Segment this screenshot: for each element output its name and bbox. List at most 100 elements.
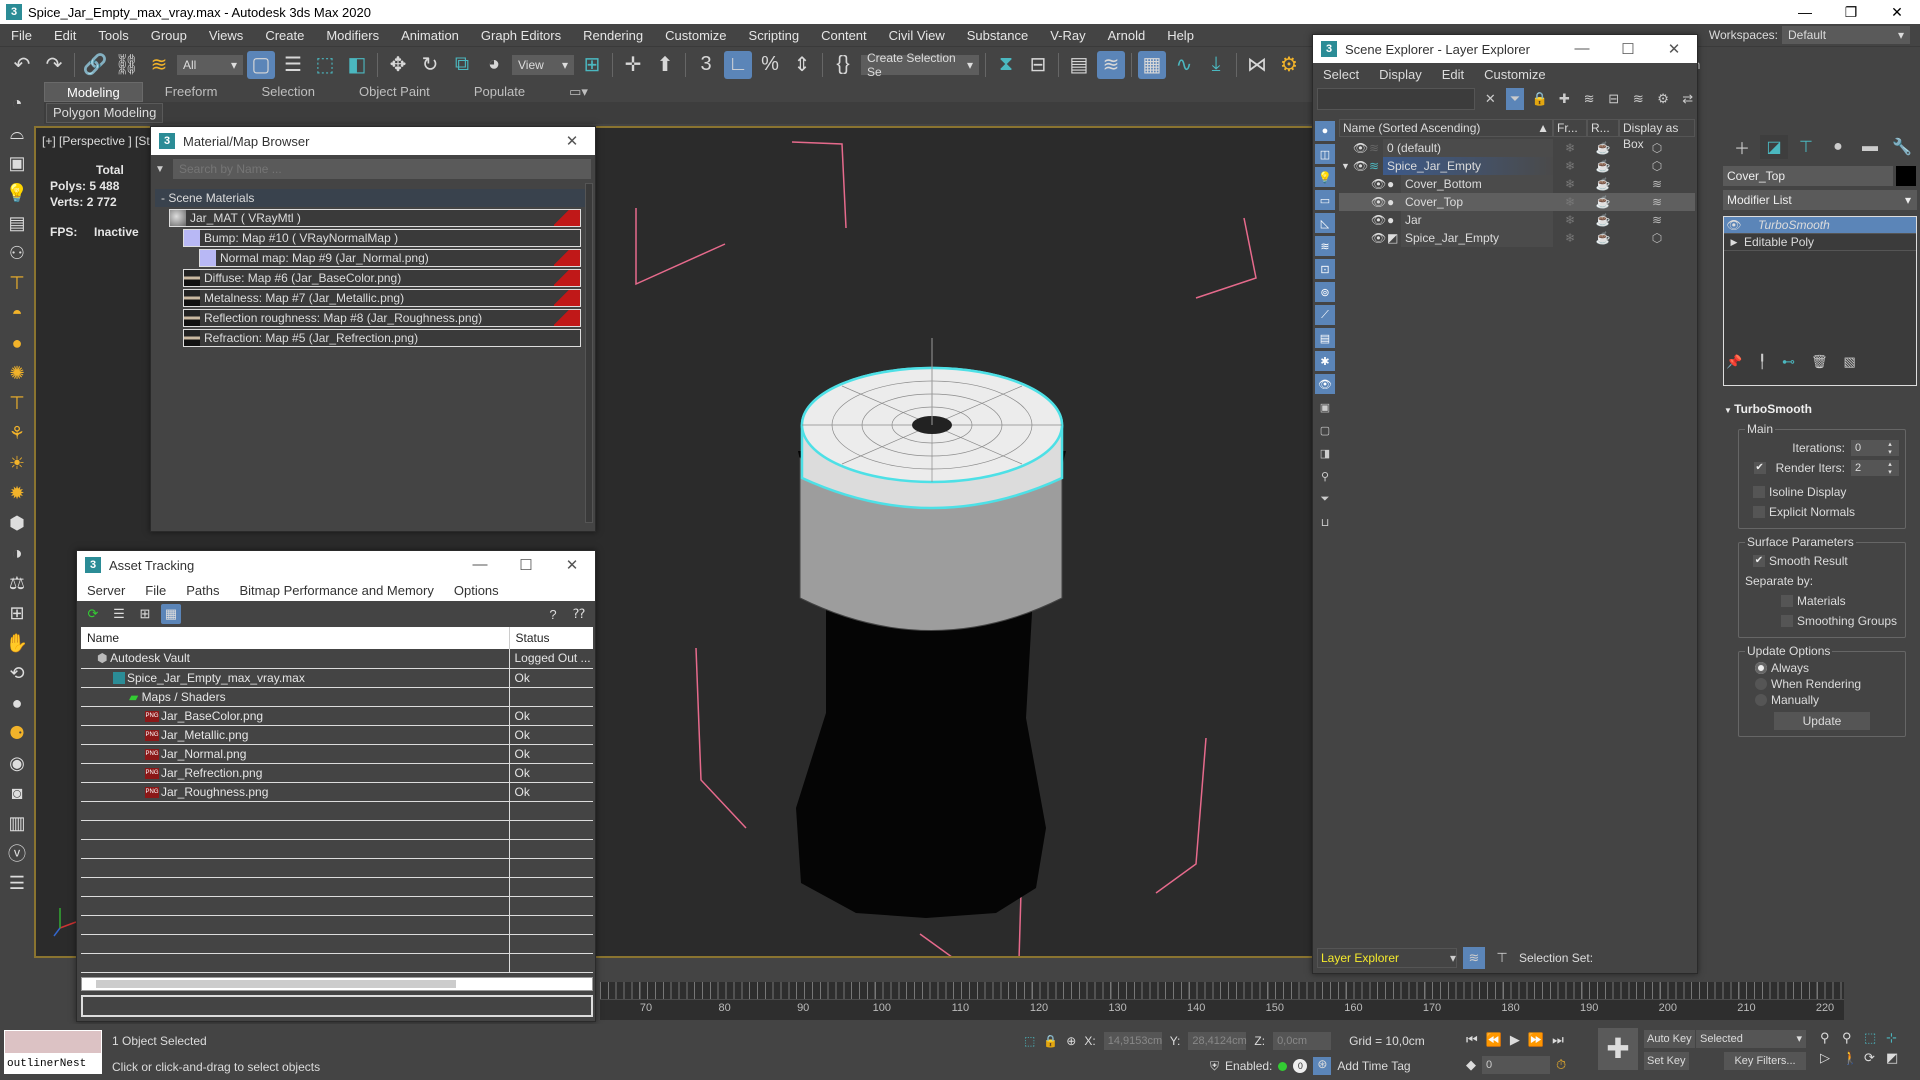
unlink-icon[interactable]: ⛓ xyxy=(113,51,141,79)
schematic-view-icon[interactable]: ⋈ xyxy=(1243,51,1271,79)
spinner-snap-icon[interactable]: ⇕ xyxy=(788,51,816,79)
helpers-icon[interactable]: ⚇ xyxy=(4,240,30,266)
set-key-big-button[interactable]: ✚ xyxy=(1598,1028,1638,1070)
selection-set-icon[interactable]: ⊔ xyxy=(1315,512,1335,532)
object-name-field[interactable]: Cover_Top xyxy=(1723,166,1893,186)
dope-sheet-icon[interactable]: ⤓ xyxy=(1202,51,1230,79)
window-crossing-icon[interactable]: ◧ xyxy=(343,51,371,79)
rollout-header[interactable]: ▼ TurboSmooth xyxy=(1724,402,1910,420)
asset-row[interactable]: PNG Jar_Metallic.png Ok xyxy=(81,725,593,745)
update-option[interactable]: When Rendering xyxy=(1745,676,1899,692)
menu-customize[interactable]: Customize xyxy=(654,28,737,43)
options-triangle-icon[interactable]: ▼ xyxy=(155,164,167,175)
asset-row[interactable]: ▰ Maps / Shaders xyxy=(81,687,593,707)
visibility-eye-icon[interactable]: 👁 xyxy=(1353,139,1368,157)
modeling-icon[interactable]: ⬢ xyxy=(4,510,30,536)
display-box-cube-icon[interactable]: ⬡ xyxy=(1619,229,1695,247)
menu-animation[interactable]: Animation xyxy=(390,28,470,43)
menu-bitmap-performance[interactable]: Bitmap Performance and Memory xyxy=(230,583,444,598)
layer-hierarchy-icon[interactable]: ⊟ xyxy=(1604,88,1623,110)
asset-row[interactable]: PNG Jar_Refrection.png Ok xyxy=(81,763,593,783)
field-of-view-icon[interactable]: ▷ xyxy=(1820,1050,1842,1066)
sphere-icon[interactable]: ● xyxy=(4,330,30,356)
configure-sets-icon[interactable]: ▧ xyxy=(1844,354,1856,374)
render-preview-icon[interactable]: ◙ xyxy=(4,780,30,806)
hierarchy-mode-icon[interactable]: ⊤ xyxy=(1491,947,1513,969)
helpers-filter-icon[interactable]: ◺ xyxy=(1315,213,1335,233)
zoom-icon[interactable]: ⚲ xyxy=(1820,1030,1842,1046)
curve-editor-icon[interactable]: ∿ xyxy=(1170,51,1198,79)
horizontal-scrollbar[interactable] xyxy=(81,977,593,991)
minimize-button[interactable]: — xyxy=(457,556,503,574)
shapes-filter-icon[interactable]: ◫ xyxy=(1315,144,1335,164)
renderable-teapot-icon[interactable]: ☕ xyxy=(1587,211,1619,229)
omni-light-icon[interactable]: ⚘ xyxy=(4,420,30,446)
asset-tracking-titlebar[interactable]: 3 Asset Tracking — ☐ ✕ xyxy=(77,551,595,579)
display-box-cube-icon[interactable]: ⬡ xyxy=(1619,157,1695,175)
scene-search-input[interactable] xyxy=(1317,88,1475,110)
z-coordinate-field[interactable]: 0,0cm xyxy=(1273,1032,1332,1050)
rotate-icon[interactable]: ↻ xyxy=(416,51,444,79)
motion-tab-icon[interactable]: ● xyxy=(1824,135,1852,159)
column-status[interactable]: Status xyxy=(508,627,593,649)
spacewarp-icon[interactable]: ⊤ xyxy=(4,270,30,296)
keyboard-shortcut-icon[interactable]: ⬆ xyxy=(651,51,679,79)
percent-snap-icon[interactable]: % xyxy=(756,51,784,79)
cameras-filter-icon[interactable]: ▭ xyxy=(1315,190,1335,210)
systems-icon[interactable]: ◓ xyxy=(4,300,30,326)
manipulate-icon[interactable]: ✛ xyxy=(619,51,647,79)
go-to-start-icon[interactable]: ⏮ xyxy=(1466,1032,1478,1048)
display-none-icon[interactable]: ▢ xyxy=(1315,420,1335,440)
scene-tree-item[interactable]: 👁 ◩ Spice_Jar_Empty ❄ ☕ ⬡ xyxy=(1339,229,1695,247)
time-config-icon[interactable]: ⏱ xyxy=(1556,1057,1566,1073)
menu-content[interactable]: Content xyxy=(810,28,878,43)
modify-tab-icon[interactable]: ◪ xyxy=(1760,135,1788,159)
tab-populate[interactable]: Populate xyxy=(452,82,547,102)
material-search-input[interactable] xyxy=(173,159,591,179)
walk-through-icon[interactable]: 🚶 xyxy=(1842,1050,1864,1066)
vray-icon[interactable]: ⓥ xyxy=(4,840,30,866)
spot-light-icon[interactable]: ⊤ xyxy=(4,390,30,416)
object-color-swatch[interactable] xyxy=(1896,166,1916,186)
current-frame-field[interactable]: 0 xyxy=(1482,1056,1550,1074)
zoom-extents-icon[interactable]: ⬚ xyxy=(1864,1030,1886,1046)
renderable-teapot-icon[interactable]: ☕ xyxy=(1587,175,1619,193)
measure-icon[interactable]: ⚖ xyxy=(4,570,30,596)
material-tree-item[interactable]: Metalness: Map #7 (Jar_Metallic.png) xyxy=(183,289,581,307)
eye-icon[interactable]: 👁 xyxy=(1724,218,1744,232)
freeze-icon[interactable]: ❄ xyxy=(1553,157,1587,175)
align-icon[interactable]: ⊟ xyxy=(1024,51,1052,79)
asset-path-field[interactable] xyxy=(81,995,593,1017)
explorer-type-dropdown[interactable]: Layer Explorer ▾ xyxy=(1317,948,1457,968)
remove-modifier-icon[interactable]: 🗑 xyxy=(1811,354,1828,374)
asset-row[interactable]: PNG Jar_BaseColor.png Ok xyxy=(81,706,593,726)
create-tab-icon[interactable]: ＋ xyxy=(1728,135,1756,159)
utilities-tab-icon[interactable]: 🔧 xyxy=(1888,135,1916,159)
column-renderable[interactable]: R... xyxy=(1587,119,1619,137)
menu-tools[interactable]: Tools xyxy=(87,28,139,43)
scene-materials-group[interactable]: - Scene Materials xyxy=(155,189,591,207)
isoline-display-checkbox[interactable] xyxy=(1753,486,1765,498)
update-button[interactable]: Update xyxy=(1774,712,1870,730)
menu-arnold[interactable]: Arnold xyxy=(1097,28,1157,43)
modifier-list-dropdown[interactable]: Modifier List ▾ xyxy=(1723,190,1917,210)
scene-tree-item[interactable]: 👁 ● Cover_Bottom ❄ ☕ ≋ xyxy=(1339,175,1695,193)
display-box-cube-icon[interactable]: ⬡ xyxy=(1619,139,1695,157)
menu-paths[interactable]: Paths xyxy=(176,583,229,598)
paint-icon[interactable]: ◑ xyxy=(4,540,30,566)
modifier-turbosmooth[interactable]: 👁 TurboSmooth xyxy=(1724,217,1916,234)
close-button[interactable]: ✕ xyxy=(549,132,595,150)
display-box-layers-icon[interactable]: ≋ xyxy=(1619,175,1695,193)
frozen-filter-icon[interactable]: ✱ xyxy=(1315,351,1335,371)
sync-icon[interactable]: ⇄ xyxy=(1678,88,1697,110)
zoom-all-icon[interactable]: ⚲ xyxy=(1842,1030,1864,1046)
show-end-result-icon[interactable]: ╿ xyxy=(1758,354,1766,374)
radio-button[interactable] xyxy=(1755,678,1767,690)
help-icon[interactable]: ? xyxy=(543,604,563,624)
layers-mode-icon[interactable]: ≋ xyxy=(1463,947,1485,969)
redo-icon[interactable]: ↷ xyxy=(40,51,68,79)
shapes-icon[interactable]: ⌓ xyxy=(4,120,30,146)
renderable-teapot-icon[interactable]: ☕ xyxy=(1587,139,1619,157)
radio-button[interactable] xyxy=(1755,662,1767,674)
tree-view-icon[interactable]: ⊞ xyxy=(135,604,155,624)
